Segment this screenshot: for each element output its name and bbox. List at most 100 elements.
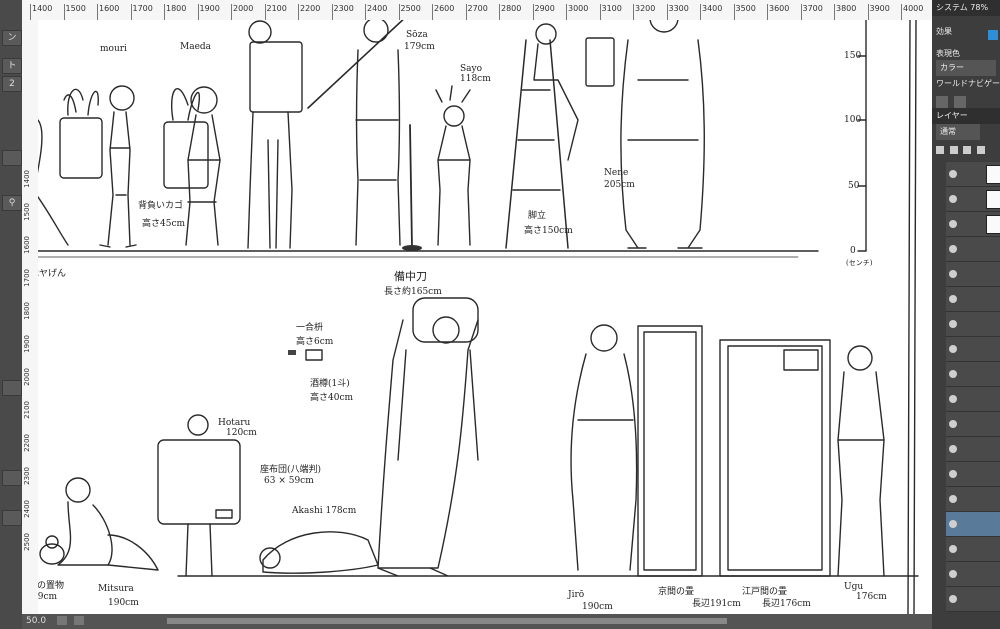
layer-row[interactable]	[946, 412, 1000, 437]
scale-mark-100: 100	[844, 115, 862, 125]
label-sakadaru-h: 高さ40cm	[310, 393, 354, 403]
eye-icon[interactable]	[949, 195, 957, 203]
ruler-tick-label: 4000	[900, 4, 924, 20]
ruler-tick-label: 1900	[23, 335, 31, 353]
layer-row[interactable]	[946, 437, 1000, 462]
blend-mode-select[interactable]: 通常	[936, 124, 980, 140]
nav-tool-icon-2[interactable]	[954, 96, 966, 108]
zoom-level[interactable]: 50.0	[26, 616, 46, 626]
eye-icon[interactable]	[949, 220, 957, 228]
ruler-tick-label: 1900	[197, 4, 220, 20]
eye-icon[interactable]	[949, 320, 957, 328]
nav-button[interactable]	[56, 616, 67, 625]
ruler-tick-label: 2300	[331, 4, 354, 20]
layer-icon[interactable]	[949, 146, 958, 154]
eye-icon[interactable]	[949, 345, 957, 353]
eye-icon[interactable]	[949, 570, 957, 578]
layer-row[interactable]	[946, 462, 1000, 487]
ruler-tick-label: 1500	[23, 203, 31, 221]
world-nav-label: ワールドナビゲーション	[936, 79, 1000, 88]
label-akashi: Akashi 178cm	[292, 506, 357, 516]
layer-row[interactable]	[946, 562, 1000, 587]
ruler-tick-label: 2700	[465, 4, 488, 20]
system-title: システム 78%	[932, 0, 1000, 16]
label-zabuton-size: 63 × 59cm	[264, 476, 314, 486]
basket-mouri	[59, 117, 103, 179]
tool-tab-2[interactable]: ト	[2, 58, 22, 74]
basket-maeda	[163, 121, 209, 189]
layer-icon[interactable]	[936, 146, 944, 154]
tool-button-c[interactable]	[2, 470, 22, 486]
nav-tool-icon[interactable]	[936, 96, 948, 108]
drawing-canvas[interactable]: 150 100 50 0 (センチ) mouri Maeda 背負いカゴ 高さ4…	[38, 20, 932, 614]
nav-button-2[interactable]	[73, 616, 84, 625]
layer-row[interactable]	[946, 487, 1000, 512]
label-ugu-h: 176cm	[856, 592, 887, 602]
eye-icon[interactable]	[949, 395, 957, 403]
eye-icon[interactable]	[949, 170, 957, 178]
layer-row[interactable]	[946, 287, 1000, 312]
eye-icon[interactable]	[949, 495, 957, 503]
layer-row[interactable]	[946, 387, 1000, 412]
label-isshobin: 一合枡	[296, 323, 324, 333]
tool-button-a[interactable]	[2, 150, 22, 166]
horizontal-scrollbar[interactable]	[166, 617, 727, 624]
ruler-tick-label: 1800	[23, 302, 31, 320]
eye-icon[interactable]	[949, 470, 957, 478]
ruler-tick-label: 1600	[23, 236, 31, 254]
tool-tab-3[interactable]: 2	[2, 76, 22, 92]
eye-icon[interactable]	[949, 295, 957, 303]
ruler-horizontal: 1400 1500 1600 1700 1800 1900 2000 2100 2200 2300…	[22, 0, 932, 21]
eye-icon[interactable]	[949, 420, 957, 428]
color-button[interactable]: カラー	[936, 60, 996, 76]
ruler-tick-label: 2400	[23, 500, 31, 518]
ruler-tick-label: 1700	[130, 4, 153, 20]
label-bicchu-len: 長さ約165cm	[384, 287, 442, 297]
layer-row[interactable]	[946, 187, 1000, 212]
tatami-kyoma	[637, 325, 703, 577]
ruler-tick-label: 3400	[699, 4, 723, 20]
eye-icon[interactable]	[949, 370, 957, 378]
ruler-tick-label: 2100	[23, 401, 31, 419]
eye-icon[interactable]	[949, 445, 957, 453]
eye-icon[interactable]	[949, 595, 957, 603]
layer-row[interactable]	[946, 337, 1000, 362]
label-sayo: Sayo	[460, 64, 483, 74]
label-hotaru-h: 120cm	[226, 428, 257, 438]
label-nene: Nene	[604, 168, 629, 178]
label-kyatatsu-h: 高さ150cm	[524, 226, 573, 236]
layer-row-selected[interactable]	[946, 512, 1000, 537]
eye-icon[interactable]	[949, 545, 957, 553]
layer-row[interactable]	[946, 262, 1000, 287]
label-bicchu: 備中刀	[394, 270, 427, 283]
left-tool-strip: ン ト 2 ⚲	[0, 0, 22, 629]
search-icon[interactable]: ⚲	[2, 195, 22, 211]
ruler-tick-label: 3200	[632, 4, 656, 20]
label-soza-h: 179cm	[404, 42, 435, 52]
layer-tab[interactable]: レイヤー	[932, 108, 1000, 124]
tool-tab-1[interactable]: ン	[2, 30, 22, 46]
label-yagen: 木ヤげん	[38, 269, 67, 279]
eye-icon[interactable]	[949, 270, 957, 278]
ruler-tick-label: 2200	[23, 434, 31, 452]
eye-icon[interactable]	[949, 520, 957, 528]
ruler-tick-label: 3100	[599, 4, 622, 20]
layer-row[interactable]	[946, 237, 1000, 262]
layer-icon[interactable]	[976, 146, 985, 154]
tool-button-b[interactable]	[2, 380, 22, 396]
layer-row[interactable]	[946, 312, 1000, 337]
layer-row[interactable]	[946, 587, 1000, 612]
layer-row[interactable]	[946, 162, 1000, 187]
layer-row[interactable]	[946, 362, 1000, 387]
label-jiro: Jirō	[568, 590, 585, 600]
label-kyoma-len: 長辺191cm	[692, 599, 741, 609]
eye-icon[interactable]	[949, 245, 957, 253]
sword-box	[412, 297, 479, 343]
label-jiro-h: 190cm	[582, 602, 613, 612]
layer-row[interactable]	[946, 212, 1000, 237]
layer-row[interactable]	[946, 537, 1000, 562]
ruler-tick-label: 3900	[867, 4, 890, 20]
effect-toggle[interactable]	[988, 30, 998, 40]
tool-button-d[interactable]	[2, 510, 22, 526]
layer-icon[interactable]	[963, 146, 972, 154]
